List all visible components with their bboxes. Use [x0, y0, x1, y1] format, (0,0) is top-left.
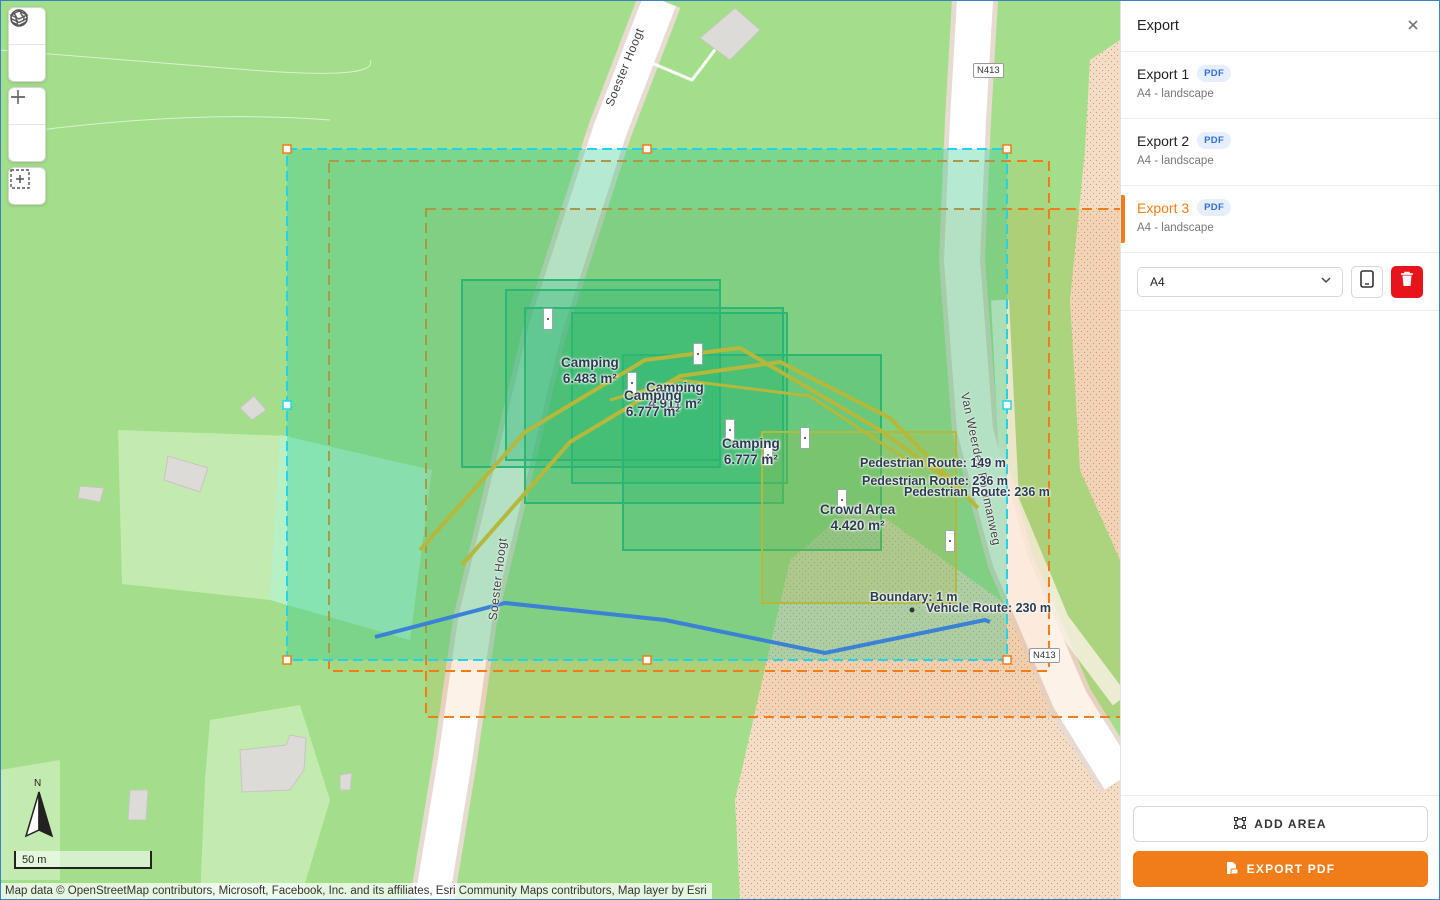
route-label: Vehicle Route: 230 m: [926, 601, 1052, 615]
export-name: Export 3: [1137, 199, 1190, 216]
map-attribution: Map data © OpenStreetMap contributors, M…: [0, 883, 712, 900]
select-area-button[interactable]: [9, 168, 45, 204]
map-marker[interactable]: [800, 427, 810, 449]
close-icon: [1407, 15, 1419, 35]
select-controls: [8, 167, 46, 205]
export-panel: Export Export 1 PDF A4 - landscape Expor…: [1120, 0, 1440, 900]
format-badge: PDF: [1197, 65, 1232, 82]
map-canvas[interactable]: Soester Hoogt Soester Hoogt Van Weerden …: [0, 0, 1120, 900]
crowd-area-label: Crowd Area 4.420 m²: [820, 502, 896, 533]
orientation-button[interactable]: [1351, 265, 1383, 298]
north-arrow: N: [22, 778, 56, 840]
north-arrow-icon: [24, 791, 54, 838]
export-name: Export 1: [1137, 65, 1190, 82]
format-badge: PDF: [1197, 132, 1232, 149]
panel-header: Export: [1121, 0, 1440, 52]
zoom-out-button[interactable]: [9, 96, 45, 161]
add-area-button[interactable]: ADD AREA: [1133, 806, 1428, 842]
route-label: Pedestrian Route: 149 m: [860, 456, 1006, 470]
boundary-point[interactable]: [909, 607, 915, 613]
paper-size-value: A4: [1150, 274, 1165, 289]
camping-label: Camping 6.483 m²: [561, 355, 619, 386]
panel-footer: ADD AREA EXPORT PDF: [1121, 795, 1440, 900]
north-label: N: [34, 778, 42, 789]
export-detail: A4 - landscape: [1137, 88, 1214, 100]
file-pdf-icon: [1226, 861, 1239, 878]
map-marker[interactable]: [693, 343, 703, 365]
export-pdf-label: EXPORT PDF: [1246, 862, 1336, 876]
export-config-row: A4: [1121, 253, 1440, 311]
trash-icon: [1400, 271, 1414, 292]
residential-area: [118, 430, 290, 600]
format-badge: PDF: [1197, 199, 1232, 216]
delete-export-button[interactable]: [1391, 265, 1423, 298]
chevron-down-icon: [1320, 274, 1332, 289]
camping-label: Camping 6.777 m²: [624, 388, 682, 419]
layers-button[interactable]: [9, 10, 45, 81]
export-detail: A4 - landscape: [1137, 222, 1214, 234]
panel-title: Export: [1137, 17, 1179, 34]
scale-bar: 50 m: [14, 851, 152, 869]
road-shield: N413: [1029, 648, 1060, 663]
map-marker[interactable]: [543, 308, 553, 330]
map-marker[interactable]: [945, 530, 955, 552]
export-list-item[interactable]: Export 2 PDF A4 - landscape: [1121, 119, 1440, 186]
tablet-portrait-icon: [1359, 270, 1375, 293]
export-detail: A4 - landscape: [1137, 155, 1214, 167]
export-pdf-button[interactable]: EXPORT PDF: [1133, 851, 1428, 887]
export-name: Export 2: [1137, 132, 1190, 149]
scale-label: 50 m: [22, 854, 47, 866]
route-label: Pedestrian Route: 236 m: [904, 485, 1050, 499]
map-controls-top: [8, 7, 46, 82]
export-list-item-active[interactable]: Export 3 PDF A4 - landscape: [1121, 186, 1440, 253]
road-shield: N413: [973, 63, 1004, 78]
building: [127, 789, 149, 821]
close-button[interactable]: [1402, 15, 1424, 36]
export-list-item[interactable]: Export 1 PDF A4 - landscape: [1121, 52, 1440, 119]
map-layers: [0, 0, 1120, 900]
building: [339, 772, 353, 791]
camping-label: Camping 6.777 m²: [722, 436, 780, 467]
add-area-label: ADD AREA: [1254, 817, 1327, 831]
zoom-controls: [8, 87, 46, 162]
add-area-icon: [1234, 816, 1247, 832]
paper-size-select[interactable]: A4: [1137, 266, 1343, 297]
